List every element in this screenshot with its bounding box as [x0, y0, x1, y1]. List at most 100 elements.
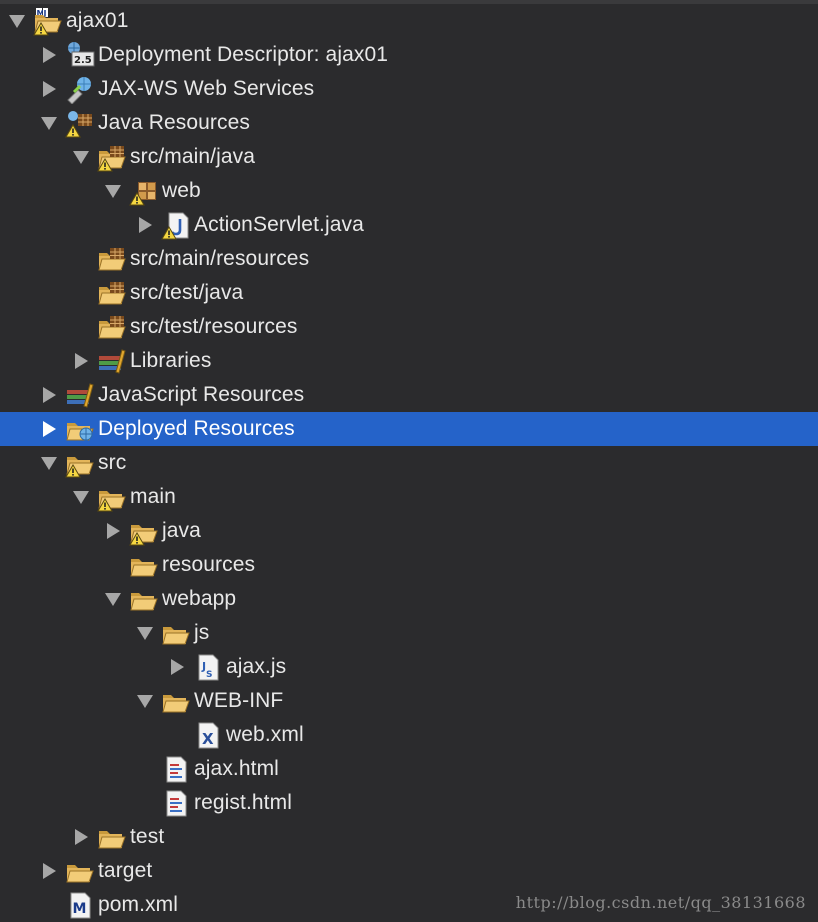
tree-item[interactable]: resources — [0, 548, 818, 582]
tree-item[interactable]: src/main/java — [0, 140, 818, 174]
expanded-triangle-icon[interactable] — [136, 624, 154, 642]
tree-item-label: Java Resources — [98, 111, 250, 134]
folder-open-icon — [64, 856, 96, 886]
folder-open-icon — [160, 618, 192, 648]
folder-open-icon — [96, 822, 128, 852]
collapsed-triangle-icon[interactable] — [40, 420, 58, 438]
collapsed-triangle-icon[interactable] — [72, 828, 90, 846]
source-folder-icon — [96, 278, 128, 308]
tree-item-label: src/test/resources — [130, 315, 298, 338]
tree-item[interactable]: src — [0, 446, 818, 480]
tree-item[interactable]: js — [0, 616, 818, 650]
folder-open-icon — [160, 686, 192, 716]
tree-item[interactable]: webapp — [0, 582, 818, 616]
tree-item-label: src/test/java — [130, 281, 244, 304]
tree-item-label: Deployed Resources — [98, 417, 295, 440]
svg-text:2.5: 2.5 — [74, 55, 92, 66]
tree-item[interactable]: ajax.html — [0, 752, 818, 786]
folder-open-icon — [128, 550, 160, 580]
collapsed-triangle-icon[interactable] — [40, 80, 58, 98]
collapsed-triangle-icon[interactable] — [40, 862, 58, 880]
tree-item[interactable]: 2.5 Deployment Descriptor: ajax01 — [0, 38, 818, 72]
tree-item-label: webapp — [162, 587, 237, 610]
java-resources-icon — [64, 108, 96, 138]
collapsed-triangle-icon[interactable] — [40, 46, 58, 64]
tree-item-label: ajax.html — [194, 757, 279, 780]
source-folder-icon — [96, 142, 128, 172]
folder-open-icon — [64, 448, 96, 478]
package-icon — [128, 176, 160, 206]
html-file-icon — [160, 788, 192, 818]
tree-item-label: src/main/java — [130, 145, 256, 168]
tree-item-label: web — [162, 179, 201, 202]
tree-item[interactable]: java — [0, 514, 818, 548]
tree-item-label: web.xml — [226, 723, 304, 746]
expanded-triangle-icon[interactable] — [72, 488, 90, 506]
tree-item[interactable]: JavaScript Resources — [0, 378, 818, 412]
tree-item-label: JAX-WS Web Services — [98, 77, 315, 100]
source-folder-icon — [96, 244, 128, 274]
tree-item-label: main — [130, 485, 176, 508]
tree-item[interactable]: web — [0, 174, 818, 208]
tree-item-label: js — [194, 621, 210, 644]
folder-open-icon — [128, 584, 160, 614]
libraries-icon — [96, 346, 128, 376]
tree-item-label: test — [130, 825, 165, 848]
tree-item-label: src/main/resources — [130, 247, 310, 270]
tree-item[interactable]: target — [0, 854, 818, 888]
tree-item-label: ajax01 — [66, 9, 129, 32]
tree-item[interactable]: Java Resources — [0, 106, 818, 140]
tree-item-label: Deployment Descriptor: ajax01 — [98, 43, 389, 66]
libraries-icon — [64, 380, 96, 410]
tree-item[interactable]: WEB-INF — [0, 684, 818, 718]
deployment-descriptor-icon: 2.5 — [64, 40, 96, 70]
expanded-triangle-icon[interactable] — [104, 590, 122, 608]
tree-item[interactable]: J Sajax.js — [0, 650, 818, 684]
collapsed-triangle-icon[interactable] — [136, 216, 154, 234]
tree-item-label: ajax.js — [226, 655, 287, 678]
tree-item-label: pom.xml — [98, 893, 179, 916]
tree-item[interactable]: Deployed Resources — [0, 412, 818, 446]
tree-item-label: WEB-INF — [194, 689, 284, 712]
html-file-icon — [160, 754, 192, 784]
source-folder-icon — [96, 312, 128, 342]
xml-file-icon: X — [192, 720, 224, 750]
tree-item[interactable]: M J ajax01 — [0, 4, 818, 38]
expanded-triangle-icon[interactable] — [40, 114, 58, 132]
collapsed-triangle-icon[interactable] — [168, 658, 186, 676]
tree-item-label: ActionServlet.java — [194, 213, 364, 236]
expanded-triangle-icon[interactable] — [40, 454, 58, 472]
svg-text:X: X — [202, 730, 214, 748]
tree-item[interactable]: JAX-WS Web Services — [0, 72, 818, 106]
collapsed-triangle-icon[interactable] — [72, 352, 90, 370]
tree-item-label: target — [98, 859, 153, 882]
java-file-icon — [160, 210, 192, 240]
tree-item[interactable]: regist.html — [0, 786, 818, 820]
maven-file-icon: M — [64, 890, 96, 920]
tree-item[interactable]: ActionServlet.java — [0, 208, 818, 242]
tree-item-label: resources — [162, 553, 256, 576]
tree-item[interactable]: src/test/java — [0, 276, 818, 310]
expanded-triangle-icon[interactable] — [104, 182, 122, 200]
expanded-triangle-icon[interactable] — [8, 12, 26, 30]
tree-item-label: java — [162, 519, 201, 542]
folder-open-icon — [96, 482, 128, 512]
collapsed-triangle-icon[interactable] — [40, 386, 58, 404]
svg-text:S: S — [206, 670, 212, 680]
collapsed-triangle-icon[interactable] — [104, 522, 122, 540]
expanded-triangle-icon[interactable] — [136, 692, 154, 710]
tree-item[interactable]: src/test/resources — [0, 310, 818, 344]
tree-item[interactable]: Libraries — [0, 344, 818, 378]
tree-item[interactable]: Xweb.xml — [0, 718, 818, 752]
tree-item[interactable]: test — [0, 820, 818, 854]
expanded-triangle-icon[interactable] — [72, 148, 90, 166]
tree-item[interactable]: src/main/resources — [0, 242, 818, 276]
tree-item-label: regist.html — [194, 791, 292, 814]
tree-item-label: JavaScript Resources — [98, 383, 305, 406]
tree-item[interactable]: main — [0, 480, 818, 514]
